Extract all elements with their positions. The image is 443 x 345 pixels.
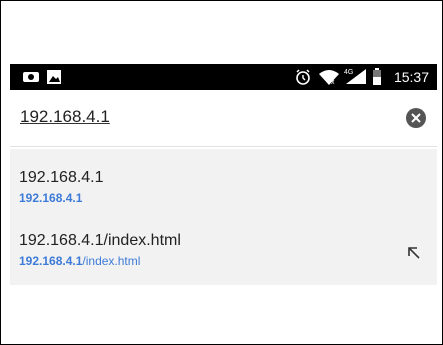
battery-icon (373, 68, 381, 90)
status-bar: x 4G 15:37 (10, 64, 437, 90)
url-input[interactable]: 192.168.4.1 (20, 107, 110, 127)
suggestion-item[interactable]: 192.168.4.1/index.html 192.168.4.1/index… (10, 232, 437, 292)
signal-icon: 4G (344, 67, 368, 90)
image-icon (47, 70, 61, 89)
svg-text:x: x (331, 79, 335, 85)
insert-arrow-icon[interactable] (407, 246, 421, 265)
clear-circle-icon (411, 113, 421, 123)
suggestion-title: 192.168.4.1/index.html (19, 232, 181, 249)
suggestion-url: 192.168.4.1 (19, 191, 83, 205)
clear-button[interactable] (406, 108, 426, 128)
suggestion-list: 192.168.4.1 192.168.4.1 192.168.4.1/inde… (10, 149, 437, 285)
wifi-icon: x (318, 69, 340, 90)
suggestion-title: 192.168.4.1 (19, 169, 104, 186)
svg-text:4G: 4G (344, 69, 353, 76)
suggestion-item[interactable]: 192.168.4.1 192.168.4.1 (10, 169, 437, 229)
address-bar[interactable]: 192.168.4.1 (10, 90, 437, 147)
suggestion-url: 192.168.4.1/index.html (19, 254, 141, 268)
screen-frame: x 4G 15:37 192.168.4.1 192.168.4.1 192.1… (0, 0, 443, 345)
status-time: 15:37 (393, 69, 429, 85)
notification-app-icon (22, 70, 40, 89)
alarm-icon (295, 69, 311, 90)
